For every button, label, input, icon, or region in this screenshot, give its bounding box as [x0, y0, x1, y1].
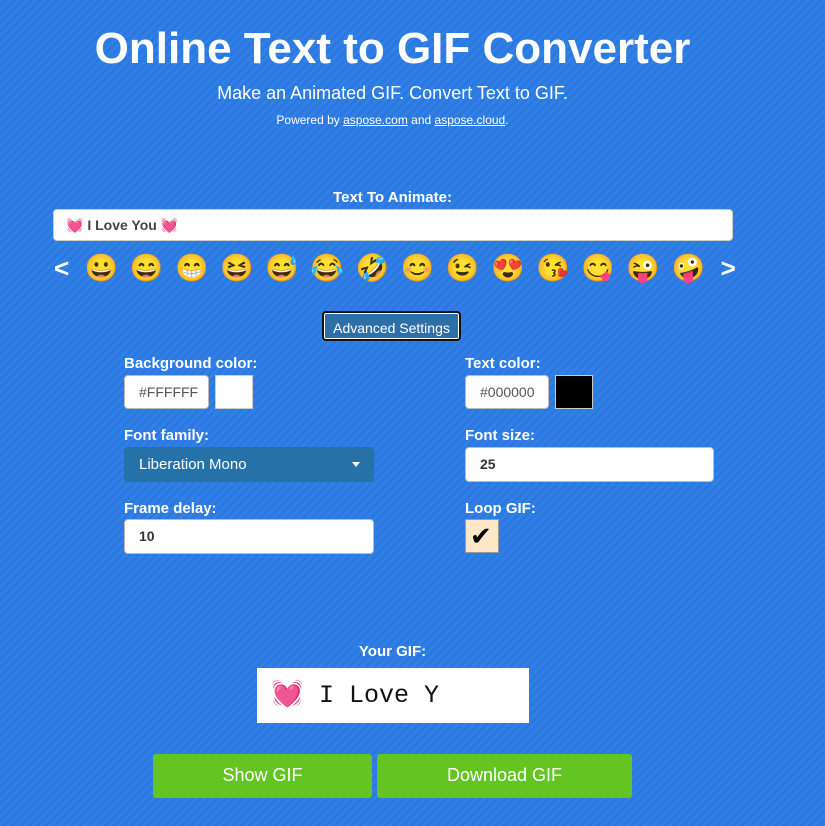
font-family-label: Font family:	[124, 427, 209, 444]
powered-by: Powered by aspose.com and aspose.cloud.	[0, 113, 785, 127]
frame-delay-input[interactable]: 10	[124, 519, 374, 554]
emoji-yum[interactable]: 😋	[581, 250, 615, 286]
background-color-input[interactable]: #FFFFFF	[124, 375, 209, 409]
checkmark-icon: ✔	[470, 521, 492, 551]
page-title: Online Text to GIF Converter	[94, 24, 691, 73]
text-color-label: Text color:	[465, 355, 541, 372]
emoji-wink[interactable]: 😉	[446, 250, 480, 286]
background-color-label: Background color:	[124, 355, 258, 372]
emoji-smile[interactable]: 😄	[130, 250, 164, 286]
emoji-heart-eyes[interactable]: 😍	[491, 250, 525, 286]
loop-gif-label: Loop GIF:	[465, 500, 536, 517]
gif-preview-text: I Love Y	[319, 681, 440, 710]
emoji-prev-button[interactable]: <	[50, 253, 73, 284]
loop-gif-checkbox[interactable]: ✔	[465, 519, 499, 553]
text-to-animate-label: Text To Animate:	[333, 189, 452, 206]
powered-mid: and	[407, 113, 435, 127]
emoji-wink-tongue[interactable]: 😜	[626, 250, 660, 286]
advanced-settings-button[interactable]: Advanced Settings	[322, 311, 461, 341]
emoji-grin[interactable]: 😁	[175, 250, 209, 286]
text-color-input[interactable]: #000000	[465, 375, 549, 409]
font-size-input[interactable]: 25	[465, 447, 714, 482]
emoji-rofl[interactable]: 🤣	[356, 250, 390, 286]
heart-icon: 💓	[271, 678, 304, 708]
gif-preview: 💓 I Love Y	[257, 668, 529, 723]
aspose-cloud-link[interactable]: aspose.cloud	[435, 113, 506, 127]
font-size-label: Font size:	[465, 427, 535, 444]
your-gif-label: Your GIF:	[358, 643, 427, 660]
emoji-zany[interactable]: 🤪	[672, 250, 706, 286]
font-family-value: Liberation Mono	[139, 456, 247, 473]
emoji-joy[interactable]: 😂	[310, 250, 344, 286]
font-family-select[interactable]: Liberation Mono	[124, 447, 374, 482]
chevron-down-icon	[352, 462, 360, 467]
show-gif-button[interactable]: Show GIF	[153, 754, 372, 798]
emoji-sweat-smile[interactable]: 😅	[265, 250, 299, 286]
emoji-picker: < 😀 😄 😁 😆 😅 😂 🤣 😊 😉 😍 😘 😋 😜 🤪 >	[50, 250, 740, 286]
emoji-next-button[interactable]: >	[717, 253, 740, 284]
emoji-blush[interactable]: 😊	[401, 250, 435, 286]
text-to-animate-input[interactable]: 💓 I Love You 💓	[53, 209, 733, 241]
emoji-laughing[interactable]: 😆	[220, 250, 254, 286]
frame-delay-label: Frame delay:	[124, 500, 217, 517]
background-color-swatch[interactable]	[215, 375, 253, 409]
emoji-grinning[interactable]: 😀	[85, 250, 119, 286]
page-subtitle: Make an Animated GIF. Convert Text to GI…	[217, 83, 568, 103]
powered-prefix: Powered by	[276, 113, 344, 127]
powered-suffix: .	[505, 113, 509, 127]
download-gif-button[interactable]: Download GIF	[377, 754, 632, 798]
text-color-swatch[interactable]	[555, 375, 593, 409]
emoji-kissing-heart[interactable]: 😘	[536, 250, 570, 286]
aspose-com-link[interactable]: aspose.com	[343, 113, 408, 127]
